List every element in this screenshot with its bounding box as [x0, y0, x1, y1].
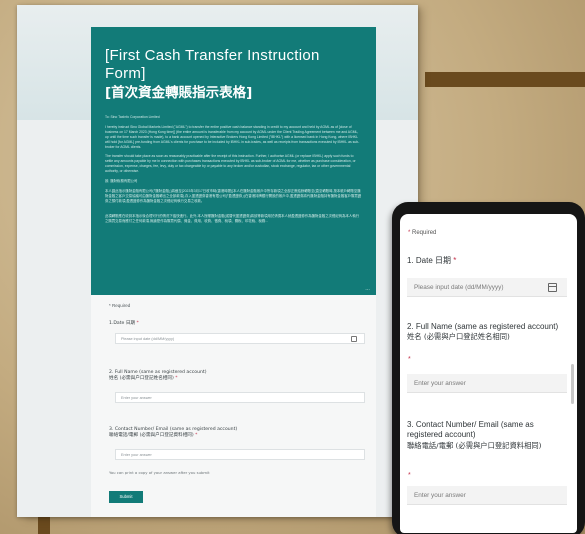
mobile-scrollbar[interactable]: [571, 364, 574, 404]
form-title-zh: [首次資金轉賬指示表格]: [105, 85, 253, 101]
mobile-full-name-required-star: *: [408, 356, 411, 363]
calendar-icon[interactable]: [351, 336, 357, 342]
full-name-input[interactable]: Enter your answer: [115, 392, 365, 403]
intro-paragraph-zh-2: 此項轉賬應在收到本指示後合理可行的情況下儘快進行。此外,本人授權匯財金融(或替代…: [105, 213, 360, 223]
intro-paragraph-2: The transfer should take place as soon a…: [105, 154, 356, 174]
phone-device: * Required 1. Date 日期 * Please input dat…: [392, 202, 585, 534]
question-contact-label: 3. Contact Number/ Email (same as regist…: [109, 427, 238, 438]
intro-paragraph-zh-1: 本人謹此指示匯財金融有限公司(「匯財金融」)將截至[2023年3月17日收市時(…: [105, 188, 362, 203]
intro-addressee-zh: 致: 匯財稅務有限公司: [105, 179, 138, 184]
form-intro-panel: [First Cash Transfer Instruction Form] […: [91, 27, 376, 295]
form-body: * Required 1.Date 日期 * Please input date…: [91, 295, 376, 517]
mobile-calendar-icon[interactable]: [548, 283, 557, 292]
question-date-label: 1.Date 日期 *: [109, 321, 139, 326]
mobile-full-name-input[interactable]: Enter your answer: [407, 374, 567, 393]
date-input[interactable]: Please input date (dd/MM/yyyy): [115, 333, 365, 344]
desktop-form-screenshot: [First Cash Transfer Instruction Form] […: [17, 5, 418, 517]
print-copy-note: You can print a copy of your answer afte…: [109, 470, 210, 475]
mobile-question-contact-label: 3. Contact Number/ Email (same as regist…: [407, 420, 542, 450]
intro-addressee: To: Sino TaxInfo Corporation Limited: [105, 115, 160, 119]
mobile-contact-required-star: *: [408, 472, 411, 479]
mobile-contact-input[interactable]: Enter your answer: [407, 486, 567, 505]
mobile-question-full-name-label: 2. Full Name (same as registered account…: [407, 322, 559, 342]
form-title-en: [First Cash Transfer Instruction Form]: [105, 47, 320, 82]
mobile-required-note: * Required: [408, 230, 437, 236]
phone-screen: * Required 1. Date 日期 * Please input dat…: [400, 214, 577, 533]
background-shelf: [425, 72, 585, 87]
intro-more-indicator[interactable]: ...: [365, 286, 370, 292]
mobile-question-date-label: 1. Date 日期 *: [407, 256, 457, 265]
question-full-name-label: 2. Full Name (same as registered account…: [109, 370, 207, 381]
required-note: * Required: [109, 303, 131, 308]
submit-button[interactable]: Submit: [109, 491, 143, 503]
intro-paragraph-1: I hereby instruct Sino Global Markets Li…: [105, 124, 360, 149]
mobile-date-input[interactable]: Please input date (dd/MM/yyyy): [407, 278, 567, 297]
contact-input[interactable]: Enter your answer: [115, 449, 365, 460]
